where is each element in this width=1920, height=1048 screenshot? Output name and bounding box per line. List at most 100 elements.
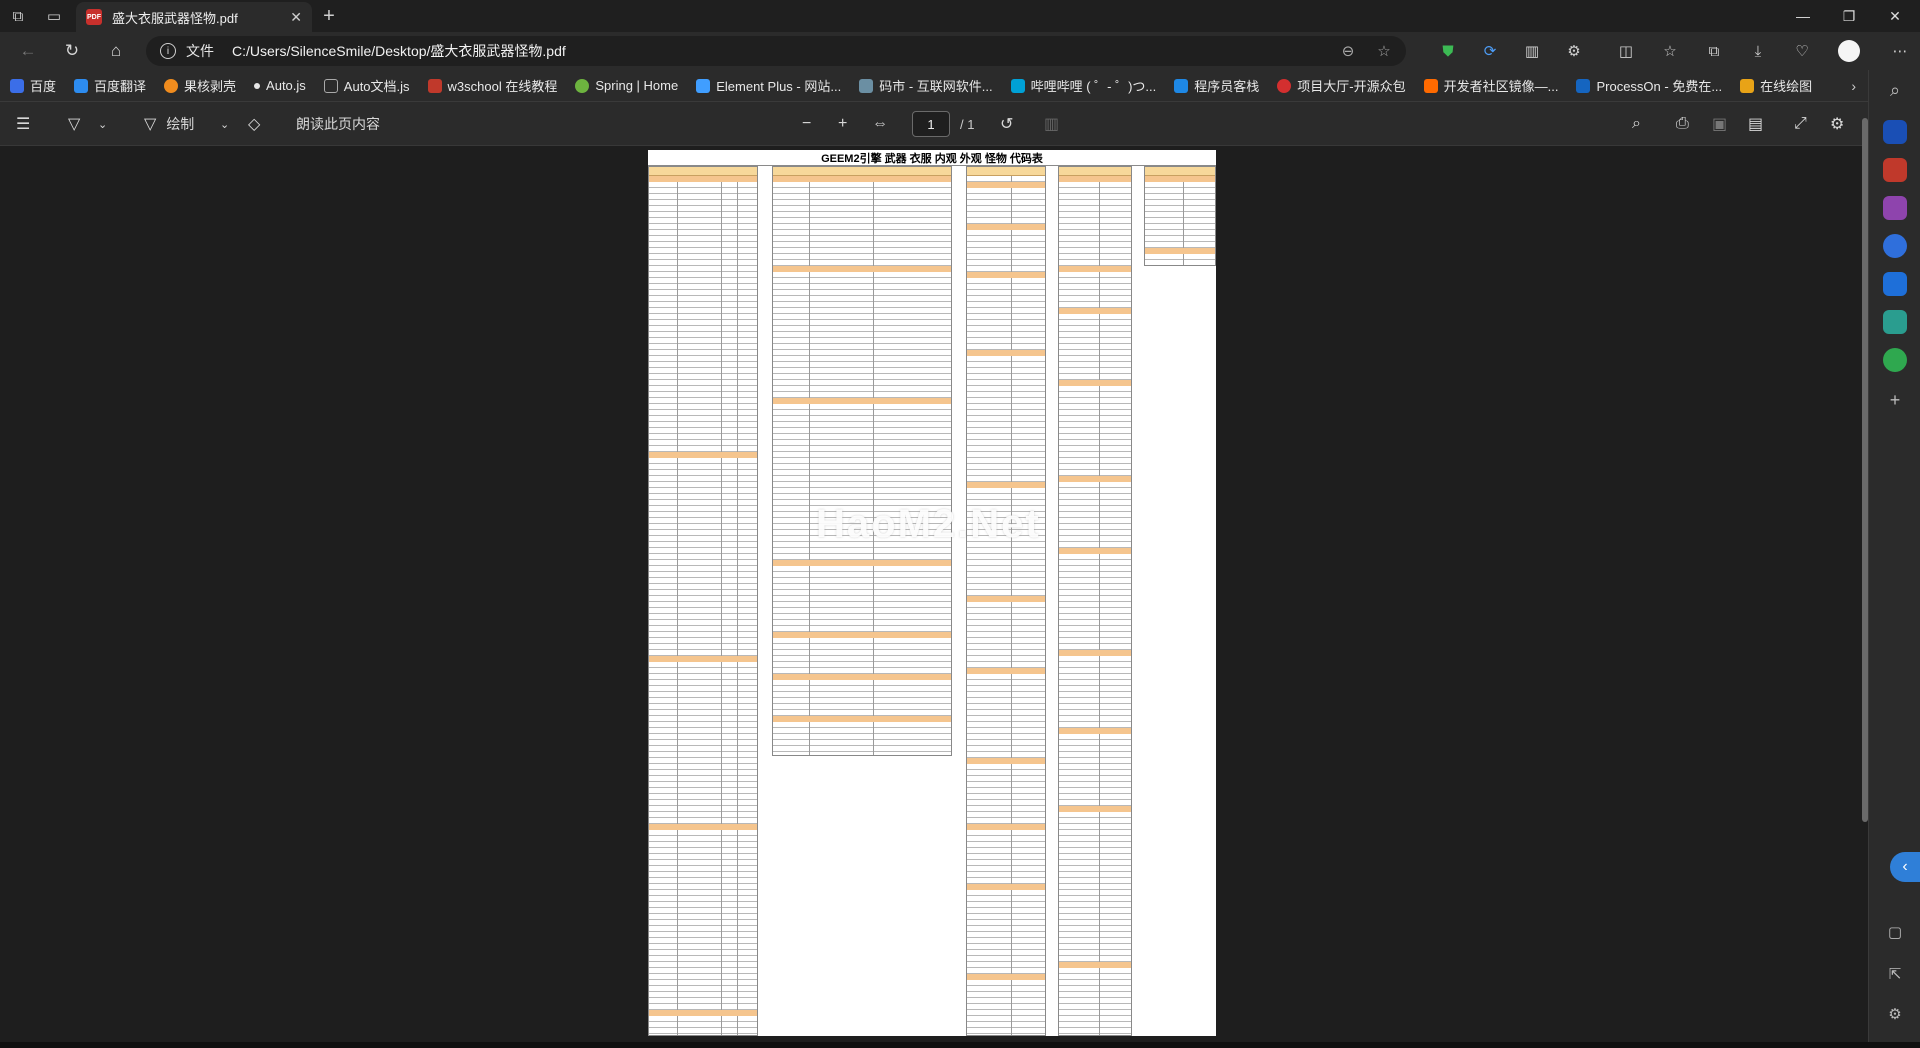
- code-table-column: [966, 166, 1046, 1036]
- contents-list-icon[interactable]: ☰: [16, 102, 30, 146]
- tab-title: 盛大衣服武器怪物.pdf: [112, 10, 238, 26]
- zoom-out-icon[interactable]: −: [802, 102, 811, 146]
- zoom-in-icon[interactable]: +: [838, 102, 847, 146]
- open-external-icon[interactable]: ⇱: [1883, 962, 1907, 986]
- refresh-button[interactable]: ↻: [52, 32, 92, 70]
- tab-actions-icon[interactable]: ▭: [36, 0, 72, 32]
- new-tab-button[interactable]: +: [312, 0, 346, 32]
- settings-gear-icon[interactable]: ⚙: [1830, 102, 1844, 146]
- reader-extension-icon[interactable]: ▥: [1516, 36, 1548, 66]
- highlight-options-chevron-icon[interactable]: ⌄: [98, 102, 107, 146]
- read-aloud-button[interactable]: 朗读此页内容: [296, 102, 380, 146]
- full-screen-icon[interactable]: ⤢: [1794, 102, 1807, 146]
- table-header: [967, 167, 1045, 176]
- favorite-site-icon: [74, 78, 89, 93]
- table-rows: [1145, 176, 1215, 265]
- sidebar-app-icon[interactable]: [1883, 348, 1907, 372]
- table-rows: [773, 176, 951, 755]
- profile-avatar[interactable]: [1838, 40, 1860, 62]
- code-table-column: [772, 166, 952, 756]
- highlight-icon[interactable]: ▽: [68, 102, 80, 146]
- page-view-icon[interactable]: ▥: [1044, 102, 1059, 146]
- favorite-site-icon: [575, 78, 590, 93]
- table-rows: [967, 176, 1045, 1035]
- close-tab-icon[interactable]: ✕: [290, 9, 302, 26]
- split-screen-icon[interactable]: ◫: [1610, 36, 1642, 66]
- favorite-item[interactable]: Element Plus - 网站...: [696, 76, 841, 95]
- collections-icon[interactable]: ⧉: [1698, 36, 1730, 66]
- minimize-button[interactable]: —: [1780, 0, 1826, 32]
- favorite-site-icon: [164, 78, 179, 93]
- favorite-site-icon: [427, 78, 442, 93]
- favorite-item[interactable]: w3school 在线教程: [427, 76, 557, 95]
- favorite-item[interactable]: Auto.js: [254, 78, 306, 93]
- favorite-item[interactable]: 百度翻译: [74, 76, 146, 95]
- search-icon[interactable]: ⌕: [1632, 102, 1641, 146]
- favorites-bar: 百度 百度翻译 果核剥壳 Auto.js Auto文档.js w3school …: [0, 70, 1920, 102]
- favorite-item[interactable]: Spring | Home: [575, 78, 678, 93]
- add-icon[interactable]: +: [1883, 388, 1907, 412]
- favorite-item[interactable]: 程序员客栈: [1174, 76, 1259, 95]
- table-rows: [649, 176, 757, 1035]
- eraser-icon[interactable]: ◇: [248, 102, 260, 146]
- outlook-icon[interactable]: [1883, 272, 1907, 296]
- page-number-input[interactable]: 1: [912, 111, 950, 137]
- tab-active[interactable]: PDF 盛大衣服武器怪物.pdf ✕: [76, 2, 312, 32]
- downloads-icon[interactable]: ⤓: [1742, 36, 1774, 66]
- favorite-site-icon: [254, 82, 261, 89]
- home-button[interactable]: ⌂: [96, 32, 136, 70]
- favorite-item[interactable]: 果核剥壳: [164, 76, 236, 95]
- pdf-file-icon: PDF: [86, 9, 102, 25]
- code-table-column: [1058, 166, 1132, 1036]
- info-icon[interactable]: i: [160, 43, 176, 59]
- sidebar-app-icon[interactable]: [1883, 310, 1907, 334]
- restore-button[interactable]: ❐: [1826, 0, 1872, 32]
- more-menu-icon[interactable]: ⋯: [1884, 36, 1916, 66]
- chevron-left-icon[interactable]: ‹: [1890, 852, 1920, 882]
- sync-extension-icon[interactable]: ⟳: [1474, 36, 1506, 66]
- draw-options-chevron-icon[interactable]: ⌄: [220, 102, 229, 146]
- workspaces-icon[interactable]: ⧉: [0, 0, 36, 32]
- table-header: [649, 167, 757, 176]
- save-icon[interactable]: ▣: [1712, 102, 1727, 146]
- shield-extension-icon[interactable]: ⛊: [1432, 36, 1464, 66]
- favorite-item[interactable]: ProcessOn - 免费在...: [1576, 76, 1722, 95]
- favorite-item[interactable]: 在线绘图: [1740, 76, 1812, 95]
- extensions-puzzle-icon[interactable]: ⚙: [1558, 36, 1590, 66]
- sidebar-app-icon[interactable]: [1883, 234, 1907, 258]
- favorite-site-icon: [10, 78, 24, 93]
- rotate-icon[interactable]: ↺: [1000, 102, 1013, 146]
- edge-sidebar: ⌕ + ▢ ⇱ ⚙: [1868, 70, 1920, 1048]
- sidebar-app-icon[interactable]: [1883, 120, 1907, 144]
- draw-label: 绘制: [166, 116, 195, 132]
- address-bar[interactable]: i 文件 C:/Users/SilenceSmile/Desktop/盛大衣服武…: [146, 36, 1406, 66]
- code-table-column: [648, 166, 758, 1036]
- chevron-right-icon[interactable]: ›: [1851, 78, 1856, 94]
- favorite-item[interactable]: Auto文档.js: [323, 76, 410, 95]
- fit-width-icon[interactable]: ⇔: [872, 102, 888, 146]
- settings-gear-icon[interactable]: ⚙: [1883, 1002, 1907, 1026]
- sidebar-app-icon[interactable]: [1883, 158, 1907, 182]
- favorite-site-icon: [1576, 78, 1591, 93]
- zoom-icon[interactable]: ⊖: [1332, 36, 1364, 66]
- search-icon[interactable]: ⌕: [1883, 78, 1907, 102]
- back-button[interactable]: ←: [8, 32, 48, 70]
- document-title: GEEM2引擎 武器 衣服 内观 外观 怪物 代码表: [648, 150, 1216, 166]
- favorite-page-icon: [323, 78, 338, 93]
- favorites-icon[interactable]: ☆: [1654, 36, 1686, 66]
- table-header: [1145, 167, 1215, 176]
- favorite-item[interactable]: 百度: [10, 76, 56, 95]
- performance-icon[interactable]: ♡: [1786, 36, 1818, 66]
- print-icon[interactable]: ⎙: [1676, 102, 1689, 146]
- close-window-button[interactable]: ✕: [1872, 0, 1918, 32]
- favorite-item[interactable]: 项目大厅-开源众包: [1277, 76, 1406, 95]
- draw-button[interactable]: ▽ 绘制: [144, 102, 194, 146]
- favorite-item[interactable]: 哔哩哔哩 ( ゜- ゜)つ...: [1010, 76, 1156, 95]
- save-as-icon[interactable]: ▤: [1748, 102, 1763, 146]
- page-total: / 1: [960, 116, 975, 132]
- favorite-item[interactable]: 开发者社区镜像—...: [1423, 76, 1558, 95]
- sidebar-app-icon[interactable]: [1883, 196, 1907, 220]
- favorite-item[interactable]: 码市 - 互联网软件...: [859, 76, 993, 95]
- favorite-star-icon[interactable]: ☆: [1368, 36, 1400, 66]
- screenshot-icon[interactable]: ▢: [1883, 920, 1907, 944]
